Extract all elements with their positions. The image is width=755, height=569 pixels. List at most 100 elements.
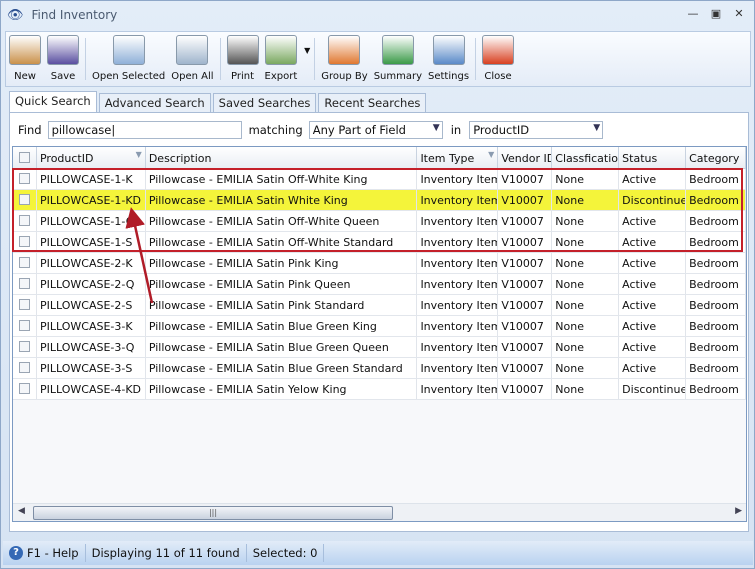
column-header[interactable]: Description	[146, 147, 418, 168]
row-checkbox[interactable]	[19, 299, 30, 310]
inventory-grid: ◀ ||| ▶ ProductID ▼ Description Item Type ▼ V…	[12, 146, 747, 522]
in-field-value: ProductID	[473, 123, 530, 137]
export-button[interactable]: Export ▼	[262, 32, 312, 86]
matching-value: Any Part of Field	[312, 123, 406, 137]
print-button[interactable]: Print	[224, 32, 262, 86]
cell-item-type: Inventory Item	[417, 253, 499, 273]
cell-productid: PILLOWCASE-2-K	[37, 253, 146, 273]
column-header[interactable]: Classfication	[552, 147, 620, 168]
table-row[interactable]: PILLOWCASE-2-S Pillowcase - EMILIA Satin …	[13, 295, 746, 316]
maximize-button[interactable]: ▣	[708, 7, 724, 20]
column-header[interactable]: Category	[686, 147, 746, 168]
cell-category: Bedroom	[686, 253, 746, 273]
row-checkbox[interactable]	[19, 236, 30, 247]
horizontal-scrollbar[interactable]: ◀ ||| ▶	[13, 503, 746, 521]
find-label: Find	[18, 123, 42, 137]
cell-item-type: Inventory Item	[417, 316, 499, 336]
cell-vendor-id: V10007	[498, 253, 553, 273]
cell-productid: PILLOWCASE-1-KD	[37, 190, 146, 210]
cell-description: Pillowcase - EMILIA Satin Pink Standard	[146, 295, 418, 315]
cell-item-type: Inventory Item	[417, 211, 499, 231]
row-checkbox[interactable]	[19, 383, 30, 394]
column-header[interactable]: Item Type ▼	[417, 147, 499, 168]
filter-icon[interactable]: ▼	[136, 147, 142, 162]
minimize-button[interactable]: —	[685, 7, 701, 20]
in-field-select[interactable]: ProductID ▼	[469, 121, 604, 139]
row-checkbox[interactable]	[19, 194, 30, 205]
column-header[interactable]: Status	[619, 147, 687, 168]
find-input[interactable]: pillowcase|	[47, 121, 242, 139]
column-header-label: Classfication	[555, 152, 620, 165]
row-checkbox[interactable]	[19, 362, 30, 373]
cell-item-type: Inventory Item	[417, 379, 499, 399]
save-button[interactable]: Save	[44, 32, 82, 86]
help-icon[interactable]: ?	[9, 546, 23, 560]
cell-item-type: Inventory Item	[417, 169, 499, 189]
quick-search-panel: Find pillowcase| matching Any Part of Fi…	[9, 112, 749, 532]
cell-vendor-id: V10007	[498, 232, 553, 252]
cell-item-type: Inventory Item	[417, 190, 499, 210]
binoculars-icon: 👁	[7, 7, 24, 23]
row-checkbox[interactable]	[19, 341, 30, 352]
find-inventory-window: 👁 Find Inventory — ▣ ✕ New Save Open Selec…	[0, 0, 755, 569]
table-row[interactable]: PILLOWCASE-1-S Pillowcase - EMILIA Satin …	[13, 232, 746, 253]
help-text[interactable]: F1 - Help	[27, 544, 86, 562]
table-row[interactable]: PILLOWCASE-2-K Pillowcase - EMILIA Satin …	[13, 253, 746, 274]
tab-recent-searches[interactable]: Recent Searches	[318, 93, 427, 112]
close-window-button[interactable]: ✕	[731, 7, 747, 20]
new-button[interactable]: New	[6, 32, 44, 86]
cell-description: Pillowcase - EMILIA Satin Off-White King	[146, 169, 418, 189]
row-checkbox[interactable]	[19, 257, 30, 268]
cell-vendor-id: V10007	[498, 316, 553, 336]
open-all-button[interactable]: Open All	[168, 32, 216, 86]
table-row[interactable]: PILLOWCASE-2-Q Pillowcase - EMILIA Satin …	[13, 274, 746, 295]
scroll-right-icon[interactable]: ▶	[735, 506, 742, 516]
table-row[interactable]: PILLOWCASE-1-K Pillowcase - EMILIA Satin …	[13, 169, 746, 190]
export-icon	[264, 35, 297, 65]
table-row[interactable]: PILLOWCASE-3-S Pillowcase - EMILIA Satin …	[13, 358, 746, 379]
column-header[interactable]: ProductID ▼	[37, 147, 146, 168]
tab-advanced-search[interactable]: Advanced Search	[98, 93, 211, 112]
printer-icon	[226, 35, 259, 65]
column-header[interactable]: Vendor ID	[498, 147, 553, 168]
dropdown-arrow-icon[interactable]: ▼	[304, 46, 310, 55]
column-header-label: Status	[622, 152, 658, 165]
matching-select[interactable]: Any Part of Field ▼	[308, 121, 443, 139]
title-bar: 👁 Find Inventory — ▣ ✕	[1, 1, 754, 29]
row-checkbox[interactable]	[19, 173, 30, 184]
cell-description: Pillowcase - EMILIA Satin Off-White Quee…	[146, 211, 418, 231]
group-by-icon	[328, 35, 361, 65]
scrollbar-thumb[interactable]: |||	[33, 506, 393, 520]
cell-item-type: Inventory Item	[417, 337, 499, 357]
cell-item-type: Inventory Item	[417, 232, 499, 252]
close-button[interactable]: Close	[479, 32, 517, 86]
row-checkbox[interactable]	[19, 320, 30, 331]
cell-productid: PILLOWCASE-4-KD	[37, 379, 146, 399]
column-header-label: ProductID	[39, 152, 94, 165]
table-row[interactable]: PILLOWCASE-3-Q Pillowcase - EMILIA Satin …	[13, 337, 746, 358]
cell-classfication: None	[552, 190, 620, 210]
cell-description: Pillowcase - EMILIA Satin Off-White Stan…	[146, 232, 418, 252]
scroll-left-icon[interactable]: ◀	[18, 506, 25, 516]
cell-productid: PILLOWCASE-3-S	[37, 358, 146, 378]
cell-category: Bedroom	[686, 337, 746, 357]
filter-icon[interactable]: ▼	[488, 147, 494, 162]
table-row[interactable]: PILLOWCASE-4-KD Pillowcase - EMILIA Satin…	[13, 379, 746, 400]
tab-quick-search[interactable]: Quick Search	[9, 91, 97, 112]
cell-category: Bedroom	[686, 274, 746, 294]
summary-button[interactable]: Summary	[371, 32, 425, 86]
table-row[interactable]: PILLOWCASE-3-K Pillowcase - EMILIA Satin …	[13, 316, 746, 337]
cell-category: Bedroom	[686, 295, 746, 315]
tab-saved-searches[interactable]: Saved Searches	[212, 93, 317, 112]
row-checkbox[interactable]	[19, 278, 30, 289]
grid-header: ProductID ▼ Description Item Type ▼ Vendor ID…	[13, 147, 746, 169]
open-selected-button[interactable]: Open Selected	[89, 32, 168, 86]
table-row[interactable]: PILLOWCASE-1-Q Pillowcase - EMILIA Satin …	[13, 211, 746, 232]
row-checkbox[interactable]	[19, 215, 30, 226]
select-all-checkbox[interactable]	[19, 152, 30, 163]
settings-button[interactable]: Settings	[425, 32, 472, 86]
group-by-button[interactable]: Group By	[318, 32, 370, 86]
cell-vendor-id: V10007	[498, 274, 553, 294]
table-row[interactable]: PILLOWCASE-1-KD Pillowcase - EMILIA Satin…	[13, 190, 746, 211]
cell-classfication: None	[552, 253, 620, 273]
